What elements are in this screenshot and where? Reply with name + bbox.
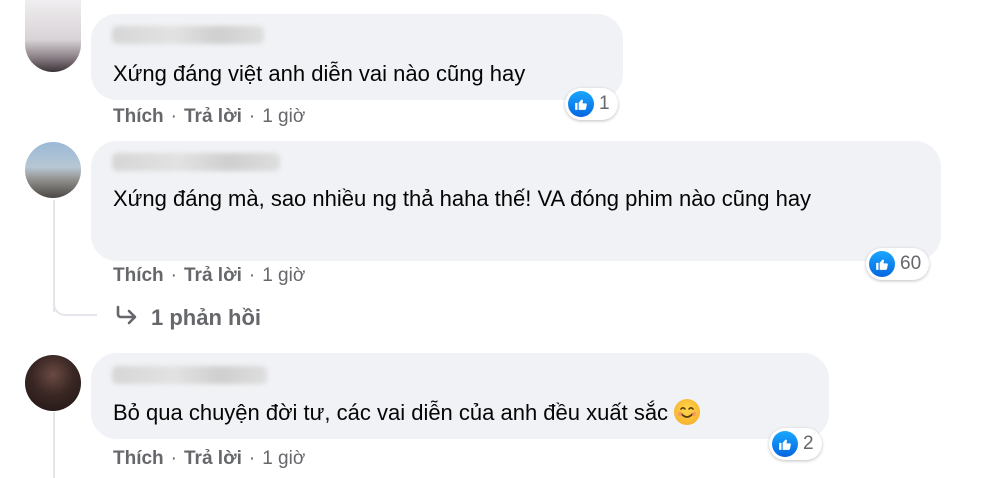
comment-text: Xứng đáng mà, sao nhiều ng thả haha thế!… — [113, 186, 812, 211]
comment-actions: Thích · Trả lời · 1 giờ — [113, 448, 305, 470]
comment-text: Xứng đáng việt anh diễn vai nào cũng hay — [113, 61, 526, 86]
like-button[interactable]: Thích — [113, 448, 164, 469]
reply-button[interactable]: Trả lời — [184, 106, 242, 127]
reaction-badge[interactable]: 2 — [769, 428, 822, 460]
like-icon — [772, 431, 798, 457]
thread-line-corner — [53, 298, 97, 316]
smiling-face-icon — [674, 399, 701, 425]
reaction-badge[interactable]: 60 — [866, 248, 930, 280]
separator: · — [170, 448, 177, 469]
view-replies-link[interactable]: 1 phản hồi — [115, 305, 261, 331]
reply-arrow-icon — [115, 305, 139, 331]
thread-line — [53, 412, 55, 478]
separator: · — [248, 265, 256, 286]
separator: · — [248, 448, 256, 469]
avatar[interactable] — [25, 355, 81, 411]
thread-line — [53, 200, 55, 312]
separator: · — [170, 106, 177, 127]
author-name-redacted[interactable] — [112, 366, 267, 384]
reaction-badge[interactable]: 1 — [565, 88, 618, 120]
timestamp[interactable]: 1 giờ — [262, 106, 305, 127]
author-name-redacted[interactable] — [112, 26, 264, 44]
reaction-count: 2 — [803, 433, 814, 454]
comment-text: Bỏ qua chuyện đời tư, các vai diễn của a… — [113, 394, 701, 432]
reply-button[interactable]: Trả lời — [184, 448, 242, 469]
comment-text-content: Bỏ qua chuyện đời tư, các vai diễn của a… — [113, 400, 669, 425]
avatar[interactable] — [25, 0, 81, 72]
like-button[interactable]: Thích — [113, 265, 164, 286]
author-name-redacted[interactable] — [112, 153, 280, 171]
like-icon — [568, 91, 594, 117]
like-button[interactable]: Thích — [113, 106, 164, 127]
reply-button[interactable]: Trả lời — [184, 265, 242, 286]
replies-count-label: 1 phản hồi — [151, 305, 261, 330]
timestamp[interactable]: 1 giờ — [262, 265, 305, 286]
separator: · — [248, 106, 256, 127]
comment-actions: Thích · Trả lời · 1 giờ — [113, 265, 305, 287]
timestamp[interactable]: 1 giờ — [262, 448, 305, 469]
like-icon — [869, 251, 895, 277]
reaction-count: 60 — [900, 253, 922, 274]
reaction-count: 1 — [599, 93, 610, 114]
separator: · — [170, 265, 177, 286]
comment-actions: Thích · Trả lời · 1 giờ — [113, 106, 305, 128]
avatar[interactable] — [25, 142, 81, 198]
